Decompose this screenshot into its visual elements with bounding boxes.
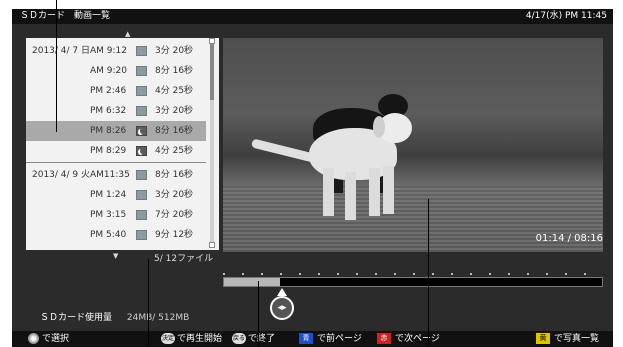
callout-line <box>148 259 149 347</box>
list-item[interactable]: AM 9:20 8分 16秒 <box>26 61 206 81</box>
list-item[interactable]: PM 1:24 3分 20秒 <box>26 185 206 205</box>
recording-time: AM 9:12 <box>90 46 127 56</box>
list-item[interactable]: PM 5:40 9分 12秒 <box>26 225 206 245</box>
hint-photo-list-label: で写真一覧 <box>554 334 600 344</box>
scroll-down-icon[interactable]: ▼ <box>113 252 118 260</box>
file-count: 5/ 12ファイル <box>154 254 214 264</box>
storage-value: 24MB/ 512MB <box>126 313 190 323</box>
hint-end-label: で終了 <box>248 334 276 344</box>
back-button-icon: 戻る <box>232 333 246 344</box>
video-preview[interactable] <box>223 38 603 252</box>
callout-line <box>258 281 259 347</box>
recording-duration: 8分 16秒 <box>155 126 194 136</box>
yellow-button-icon: 黄 <box>536 333 550 344</box>
list-item[interactable]: PM 3:15 7分 20秒 <box>26 205 206 225</box>
scrub-pointer-icon[interactable] <box>277 288 287 296</box>
hint-photo-list[interactable]: 黄で写真一覧 <box>536 331 599 347</box>
recording-duration: 9分 12秒 <box>155 230 194 240</box>
recording-time: PM 2:46 <box>90 86 127 96</box>
white-dog-tail <box>250 138 316 163</box>
recording-date: 2013/ 4/ 7 日 <box>32 46 91 56</box>
moon-icon <box>136 126 147 136</box>
list-item[interactable]: PM 8:26 8分 16秒 <box>26 121 206 141</box>
recording-time: PM 8:26 <box>90 126 127 136</box>
date-divider <box>26 162 206 163</box>
white-dog-leg <box>369 168 380 216</box>
header-bar: ＳＤカード 動画一覧 4/17(水) PM 11:45 <box>12 9 613 24</box>
white-dog-ear <box>373 116 385 138</box>
recording-time: PM 5:40 <box>90 230 127 240</box>
recording-duration: 4分 25秒 <box>155 146 194 156</box>
white-dog-leg <box>345 172 356 220</box>
recording-duration: 3分 20秒 <box>155 46 194 56</box>
video-thumb-icon <box>136 66 147 76</box>
hint-play-label: で再生開始 <box>177 334 223 344</box>
video-thumb-icon <box>136 106 147 116</box>
white-dog-leg <box>383 166 394 214</box>
video-list: 2013/ 4/ 7 日 AM 9:12 3分 20秒 AM 9:20 8分 16秒 PM… <box>26 38 219 250</box>
hint-prev-page[interactable]: 青で前ページ <box>299 331 362 347</box>
footer-bar: で選択 決定 で再生開始 戻る で終了 青で前ページ 赤で次ページ 黄で写真一覧 <box>12 331 613 347</box>
hint-next-page[interactable]: 赤で次ページ <box>377 331 440 347</box>
recording-duration: 4分 25秒 <box>155 86 194 96</box>
recording-duration: 3分 20秒 <box>155 190 194 200</box>
recording-time: PM 1:24 <box>90 190 127 200</box>
list-item[interactable]: 2013/ 4/ 9 火 AM11:35 8分 16秒 <box>26 165 206 185</box>
tv-screen: ＳＤカード 動画一覧 4/17(水) PM 11:45 ▲ 2013/ 4/ 7… <box>12 9 613 347</box>
video-thumb-icon <box>136 190 147 200</box>
video-thumb-icon <box>136 230 147 240</box>
storage-usage: ＳＤカード使用量 24MB/ 512MB <box>40 310 189 323</box>
scroll-top-cap-icon <box>209 38 215 44</box>
scroll-bottom-cap-icon <box>209 242 215 248</box>
recording-time: AM11:35 <box>90 170 130 180</box>
red-button-icon: 赤 <box>377 333 391 344</box>
list-item[interactable]: PM 2:46 4分 25秒 <box>26 81 206 101</box>
recording-time: PM 3:15 <box>90 210 127 220</box>
recording-duration: 7分 20秒 <box>155 210 194 220</box>
storage-label: ＳＤカード使用量 <box>40 313 113 323</box>
page-title: ＳＤカード 動画一覧 <box>20 11 111 21</box>
moon-icon <box>136 146 147 156</box>
playback-time: 01:14 / 08:16 <box>535 233 603 244</box>
list-item[interactable]: PM 8:29 4分 25秒 <box>26 141 206 161</box>
video-thumb-icon <box>136 46 147 56</box>
scroll-up-icon[interactable]: ▲ <box>125 30 130 38</box>
clock: 4/17(水) PM 11:45 <box>525 11 607 21</box>
recording-duration: 3分 20秒 <box>155 106 194 116</box>
hint-next-page-label: で次ページ <box>395 334 440 344</box>
blue-button-icon: 青 <box>299 333 313 344</box>
dpad-left-right-icon[interactable]: ◂▸ <box>270 296 294 320</box>
list-item[interactable]: 2013/ 4/ 7 日 AM 9:12 3分 20秒 <box>26 41 206 61</box>
hint-select: で選択 <box>42 334 70 344</box>
video-thumb-icon <box>136 86 147 96</box>
callout-line <box>428 199 429 347</box>
white-dog-leg <box>323 168 334 216</box>
progress-bar[interactable] <box>223 277 603 287</box>
ok-button-icon: 決定 <box>161 333 175 344</box>
recording-date: 2013/ 4/ 9 火 <box>32 170 91 180</box>
list-item[interactable]: PM 6:32 3分 20秒 <box>26 101 206 121</box>
recording-time: PM 6:32 <box>90 106 127 116</box>
recording-duration: 8分 16秒 <box>155 170 194 180</box>
callout-line <box>56 0 57 132</box>
recording-time: AM 9:20 <box>90 66 127 76</box>
dpad-icon <box>28 333 39 344</box>
video-thumb-icon <box>136 210 147 220</box>
hint-prev-page-label: で前ページ <box>317 334 362 344</box>
scrollbar-thumb[interactable] <box>210 40 214 100</box>
recording-time: PM 8:29 <box>90 146 127 156</box>
video-thumb-icon <box>136 170 147 180</box>
hint-play[interactable]: 決定 で再生開始 <box>161 331 222 347</box>
progress-fill <box>224 278 281 286</box>
timeline-ticks <box>223 273 603 275</box>
recording-duration: 8分 16秒 <box>155 66 194 76</box>
hint-end[interactable]: 戻る で終了 <box>232 331 275 347</box>
